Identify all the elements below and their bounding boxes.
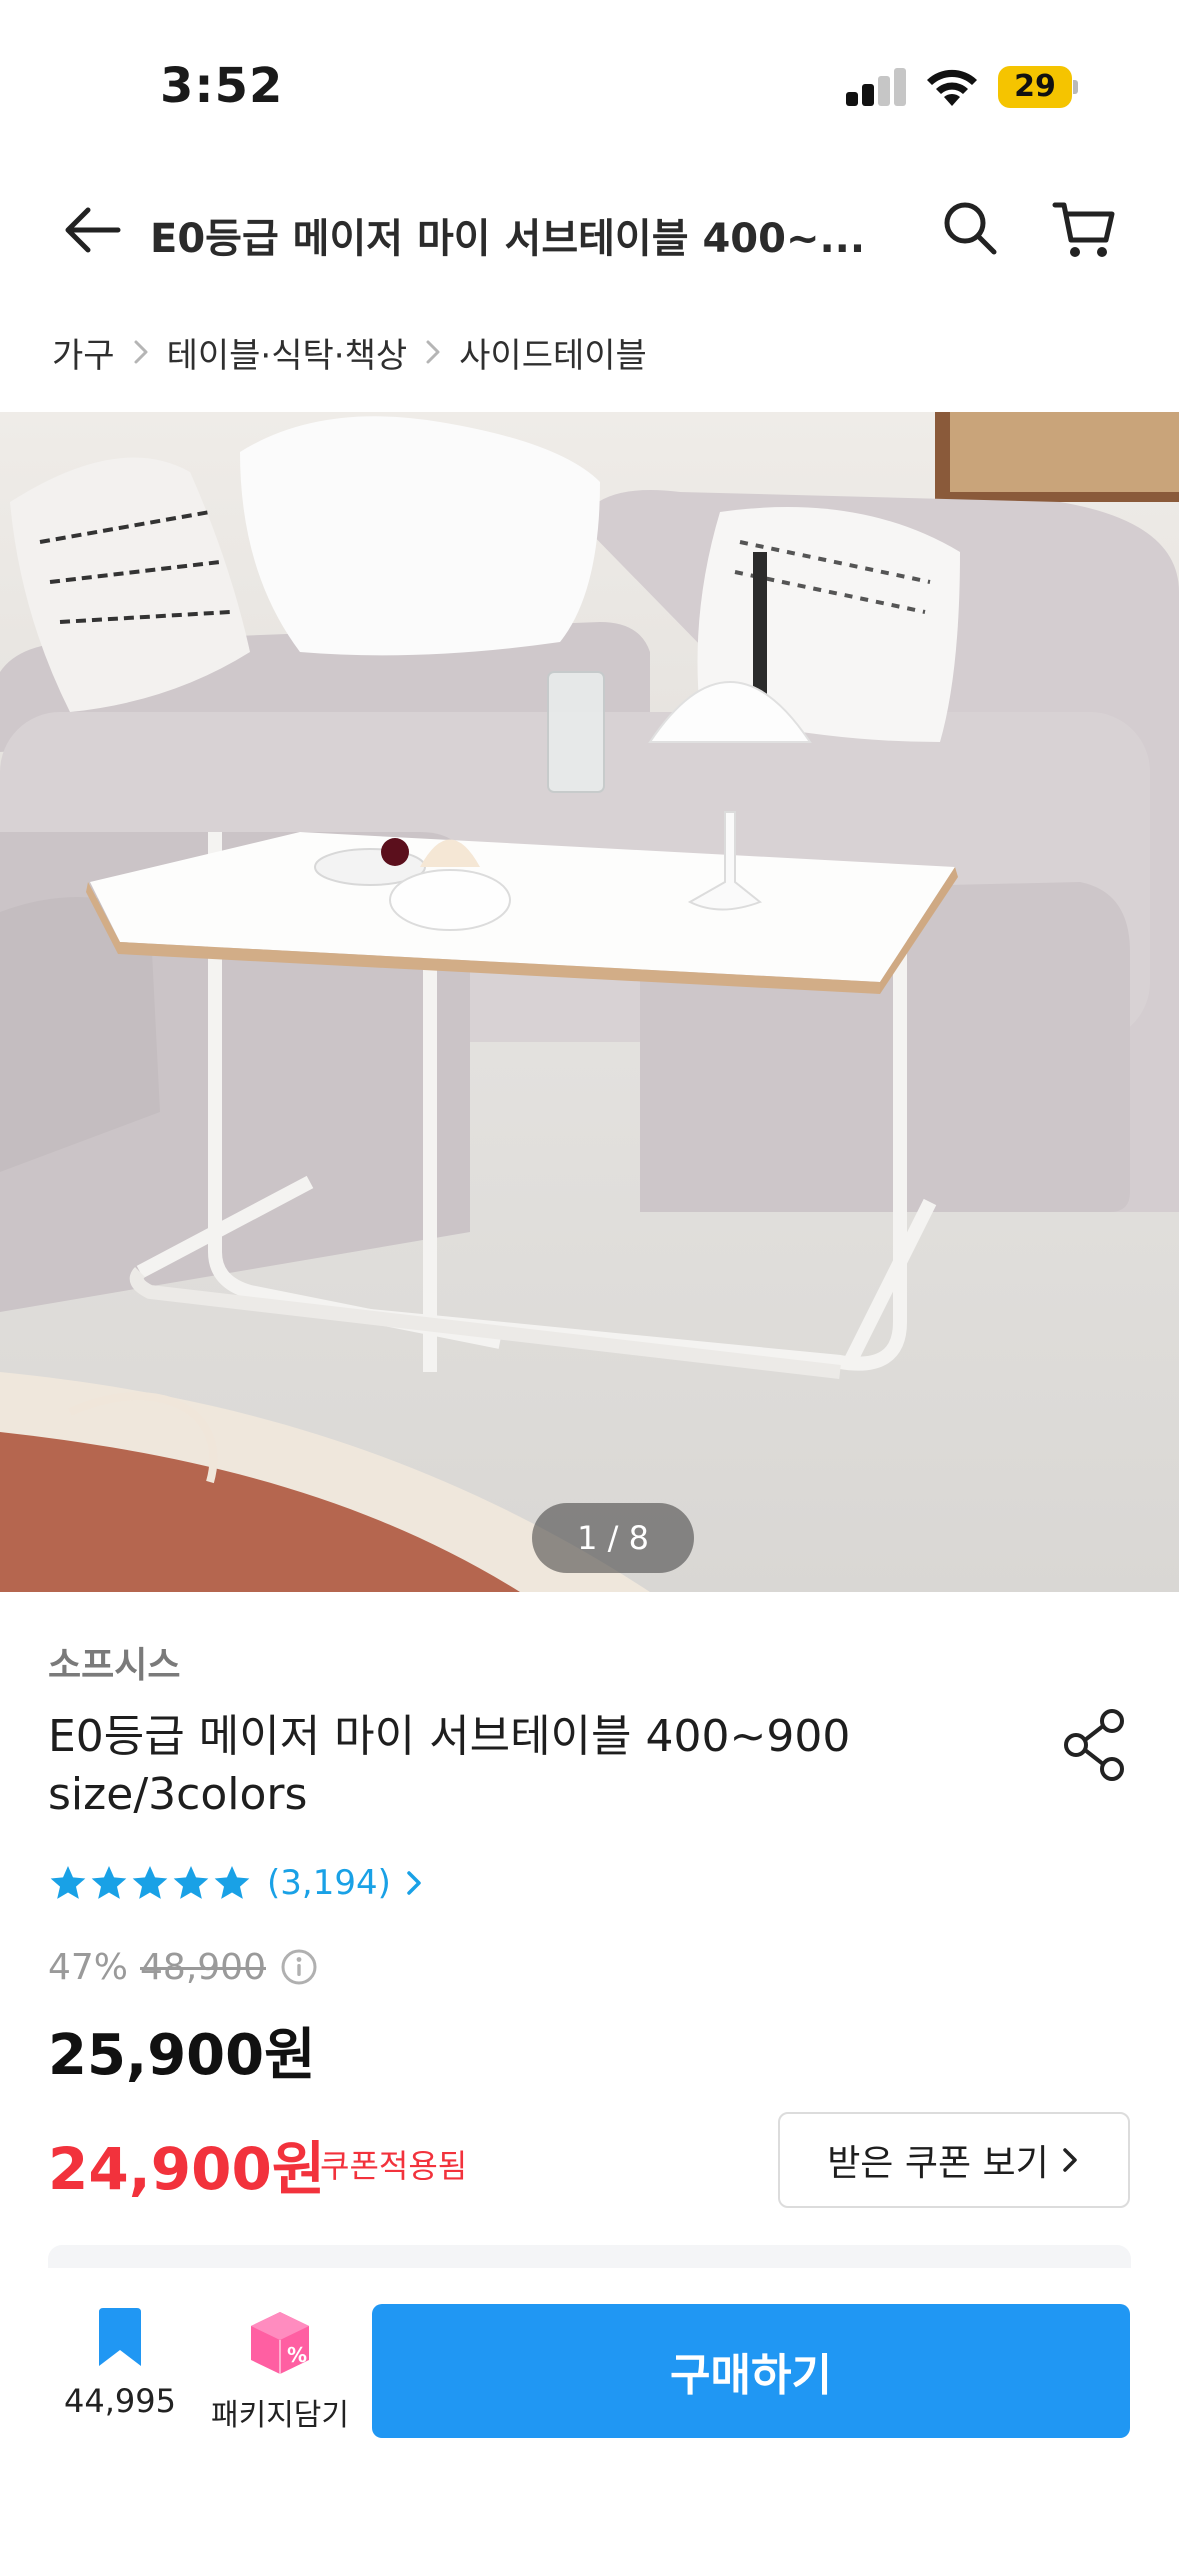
bookmark-count: 44,995 <box>64 2382 176 2420</box>
star-icon <box>91 1866 127 1899</box>
sale-price: 25,900원 <box>48 2023 316 2088</box>
search-icon <box>944 202 997 255</box>
app-header: E0등급 메이저 마이 서브테이블 400~... <box>0 170 1179 290</box>
coupon-applied-label: 쿠폰적용됨 <box>320 2147 468 2185</box>
chevron-right-icon <box>407 1871 421 1895</box>
image-counter: 1 / 8 <box>532 1503 694 1573</box>
battery-icon: 29 <box>998 66 1078 108</box>
status-time: 3:52 <box>160 58 284 114</box>
product-image[interactable] <box>0 412 1179 1592</box>
cellular-signal-icon <box>846 68 906 106</box>
star-rating <box>48 1863 253 1903</box>
star-icon <box>50 1866 86 1899</box>
back-button[interactable] <box>52 190 132 270</box>
arrow-left-icon <box>65 207 121 253</box>
package-label: 패키지담기 <box>211 2398 349 2433</box>
breadcrumb-item-furniture[interactable]: 가구 <box>52 328 115 377</box>
breadcrumb-item-side-tables[interactable]: 사이드테이블 <box>459 328 647 377</box>
view-coupons-button[interactable]: 받은 쿠폰 보기 <box>778 2112 1130 2208</box>
status-bar: 3:52 29 <box>0 0 1179 150</box>
star-icon <box>214 1866 250 1899</box>
star-icon <box>132 1866 168 1899</box>
discount-row: 47% 48,900 <box>48 1942 318 1992</box>
buy-button[interactable]: 구매하기 <box>372 2304 1130 2438</box>
bottom-action-bar: 44,995 % 패키지담기 구매하기 <box>0 2268 1179 2556</box>
bookmark-button[interactable]: 44,995 <box>40 2308 200 2458</box>
coupon-price: 24,900원 <box>48 2135 326 2203</box>
info-icon[interactable] <box>280 1948 318 1986</box>
chevron-right-icon <box>413 332 453 372</box>
share-button[interactable] <box>1050 1700 1140 1790</box>
chevron-right-icon <box>121 332 161 372</box>
rating-row[interactable]: (3,194) <box>48 1858 429 1908</box>
star-icon <box>173 1866 209 1899</box>
battery-level: 29 <box>1014 69 1056 104</box>
discount-rate: 47% <box>48 1946 129 1988</box>
chevron-right-icon <box>1063 2148 1077 2172</box>
share-icon <box>1064 1709 1124 1781</box>
product-photo <box>0 412 1179 1592</box>
cart-button[interactable] <box>1042 188 1126 272</box>
cart-icon <box>1052 202 1115 257</box>
breadcrumb-item-tables[interactable]: 테이블·식탁·책상 <box>167 328 408 377</box>
svg-text:%: % <box>287 2343 307 2367</box>
header-title: E0등급 메이저 마이 서브테이블 400~... <box>150 216 866 262</box>
review-count[interactable]: (3,194) <box>267 1863 391 1903</box>
product-title: E0등급 메이저 마이 서브테이블 400~900 size/3colors <box>48 1711 851 1820</box>
bookmark-icon <box>99 2308 141 2366</box>
brand-name[interactable]: 소프시스 <box>48 1636 180 1688</box>
breadcrumb: 가구 테이블·식탁·책상 사이드테이블 <box>52 322 647 382</box>
original-price: 48,900 <box>140 1946 266 1988</box>
view-coupons-label: 받은 쿠폰 보기 <box>827 2143 1049 2184</box>
package-box-icon: % <box>251 2312 309 2374</box>
search-button[interactable] <box>930 188 1010 268</box>
wifi-icon <box>927 69 977 106</box>
add-to-package-button[interactable]: % 패키지담기 <box>200 2308 360 2458</box>
